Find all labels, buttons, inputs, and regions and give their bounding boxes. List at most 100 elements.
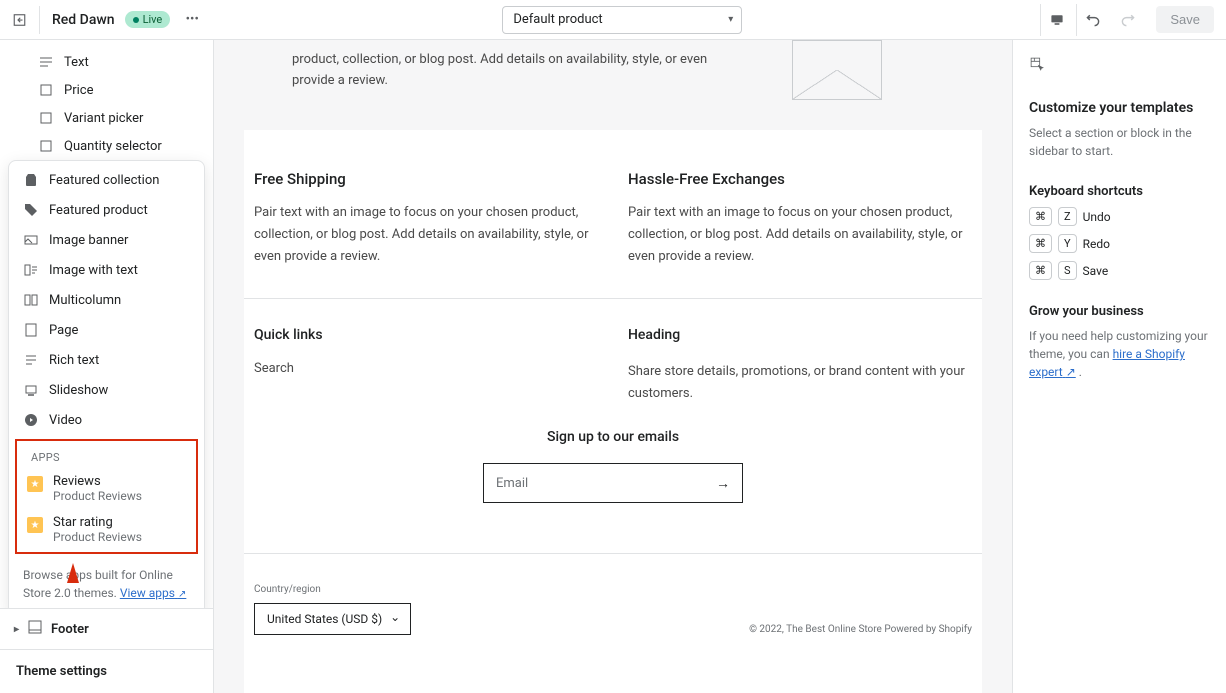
template-icon <box>1029 56 1059 86</box>
chevron-right-icon: ▸ <box>14 624 19 635</box>
email-placeholder: Email <box>496 476 528 491</box>
shortcut-undo: ⌘ZUndo <box>1029 207 1210 226</box>
grow-text: If you need help customizing your theme,… <box>1029 327 1210 381</box>
apps-highlight-box: Apps ★ Reviews Product Reviews ★ Star ra… <box>15 439 198 554</box>
variant-icon <box>38 110 54 126</box>
theme-settings-button[interactable]: Theme settings <box>0 649 213 693</box>
arrow-right-icon: → <box>716 475 730 492</box>
redo-button[interactable] <box>1112 4 1144 36</box>
desktop-icon <box>1049 12 1065 28</box>
shortcut-redo: ⌘YRedo <box>1029 234 1210 253</box>
save-button[interactable]: Save <box>1156 6 1214 33</box>
device-preview-button[interactable] <box>1040 4 1072 36</box>
apps-header: Apps <box>17 443 196 468</box>
block-quantity-selector[interactable]: Quantity selector <box>0 132 213 160</box>
col2-text: Pair text with an image to focus on your… <box>628 202 972 268</box>
topbar-center: Default product <box>204 6 1040 34</box>
more-menu-button[interactable]: ••• <box>180 8 204 32</box>
region-select[interactable]: United States (USD $) <box>254 603 411 635</box>
signup-section: Sign up to our emails Email → <box>254 429 972 503</box>
region-label: Country/region <box>254 584 411 595</box>
collection-icon <box>23 172 39 188</box>
right-sidebar: Customize your templates Select a sectio… <box>1012 40 1226 693</box>
feature-text: product, collection, or blog post. Add d… <box>244 40 752 100</box>
heading-column: Heading Share store details, promotions,… <box>628 327 972 405</box>
section-picker-popup: Featured collection Featured product Ima… <box>8 160 205 608</box>
quick-links-title: Quick links <box>254 327 598 343</box>
topbar-left: Red Dawn Live ••• <box>12 6 204 34</box>
section-video[interactable]: Video <box>9 405 204 435</box>
customize-title: Customize your templates <box>1029 100 1210 116</box>
shortcut-save: ⌘SSave <box>1029 261 1210 280</box>
section-featured-collection[interactable]: Featured collection <box>9 165 204 195</box>
product-picker[interactable]: Default product <box>502 6 742 34</box>
multicolumn-icon <box>23 292 39 308</box>
slideshow-icon <box>23 382 39 398</box>
external-link-icon: ↗ <box>1066 365 1076 379</box>
grow-title: Grow your business <box>1029 304 1210 319</box>
keyboard-shortcuts-section: Keyboard shortcuts ⌘ZUndo ⌘YRedo ⌘SSave <box>1029 184 1210 280</box>
exit-button[interactable] <box>12 6 40 34</box>
search-link[interactable]: Search <box>254 361 598 376</box>
image-banner-icon <box>23 232 39 248</box>
feature-section: product, collection, or blog post. Add d… <box>244 40 982 130</box>
column-1: Free Shipping Pair text with an image to… <box>254 170 598 268</box>
app-star-rating[interactable]: ★ Star rating Product Reviews <box>17 509 196 550</box>
kbd-title: Keyboard shortcuts <box>1029 184 1210 199</box>
section-list: Text Price Variant picker Quantity selec… <box>0 40 213 608</box>
preview-canvas: product, collection, or blog post. Add d… <box>214 40 1012 693</box>
section-rich-text[interactable]: Rich text <box>9 345 204 375</box>
footer-icon <box>27 619 43 639</box>
heading-text: Share store details, promotions, or bran… <box>628 361 972 405</box>
preview-frame: product, collection, or blog post. Add d… <box>244 40 982 693</box>
section-image-banner[interactable]: Image banner <box>9 225 204 255</box>
redo-icon <box>1120 12 1136 28</box>
block-variant-picker[interactable]: Variant picker <box>0 104 213 132</box>
text-icon <box>38 54 54 70</box>
app-reviews[interactable]: ★ Reviews Product Reviews <box>17 468 196 509</box>
product-picker-value: Default product <box>513 12 602 27</box>
shop-name: Red Dawn <box>52 12 115 28</box>
external-link-icon: ↗ <box>178 589 186 600</box>
col2-title: Hassle-Free Exchanges <box>628 170 972 188</box>
image-text-icon <box>23 262 39 278</box>
block-price[interactable]: Price <box>0 76 213 104</box>
two-column-section: Free Shipping Pair text with an image to… <box>244 130 982 298</box>
quick-links-column: Quick links Search <box>254 327 598 405</box>
col1-text: Pair text with an image to focus on your… <box>254 202 598 268</box>
grow-business-section: Grow your business If you need help cust… <box>1029 304 1210 381</box>
left-sidebar: Text Price Variant picker Quantity selec… <box>0 40 214 693</box>
feature-image-placeholder <box>792 40 882 100</box>
page-icon <box>23 322 39 338</box>
rich-text-icon <box>23 352 39 368</box>
copyright-text: © 2022, The Best Online Store Powered by… <box>749 624 972 635</box>
live-badge: Live <box>125 11 171 28</box>
section-multicolumn[interactable]: Multicolumn <box>9 285 204 315</box>
section-image-with-text[interactable]: Image with text <box>9 255 204 285</box>
video-icon <box>23 412 39 428</box>
exit-icon <box>12 12 27 28</box>
browse-apps-text: Browse apps built for Online Store 2.0 t… <box>9 558 204 608</box>
view-apps-link[interactable]: View apps ↗ <box>120 586 187 600</box>
section-page[interactable]: Page <box>9 315 204 345</box>
block-text[interactable]: Text <box>0 48 213 76</box>
section-featured-product[interactable]: Featured product <box>9 195 204 225</box>
signup-title: Sign up to our emails <box>254 429 972 445</box>
heading-title: Heading <box>628 327 972 343</box>
footer-bottom: Country/region United States (USD $) © 2… <box>244 553 982 655</box>
customize-section: Customize your templates Select a sectio… <box>1029 56 1210 160</box>
undo-icon <box>1085 12 1101 28</box>
product-icon <box>23 202 39 218</box>
star-icon: ★ <box>27 476 43 492</box>
email-input[interactable]: Email → <box>483 463 743 503</box>
customize-text: Select a section or block in the sidebar… <box>1029 124 1210 160</box>
footer-section[interactable]: ▸ Footer <box>0 608 213 649</box>
col1-title: Free Shipping <box>254 170 598 188</box>
region-selector-wrapper: Country/region United States (USD $) <box>254 584 411 635</box>
quantity-icon <box>38 138 54 154</box>
star-icon: ★ <box>27 517 43 533</box>
preview-footer: Quick links Search Heading Share store d… <box>244 298 982 553</box>
section-slideshow[interactable]: Slideshow <box>9 375 204 405</box>
annotation-arrow <box>67 563 79 583</box>
undo-button[interactable] <box>1076 4 1108 36</box>
